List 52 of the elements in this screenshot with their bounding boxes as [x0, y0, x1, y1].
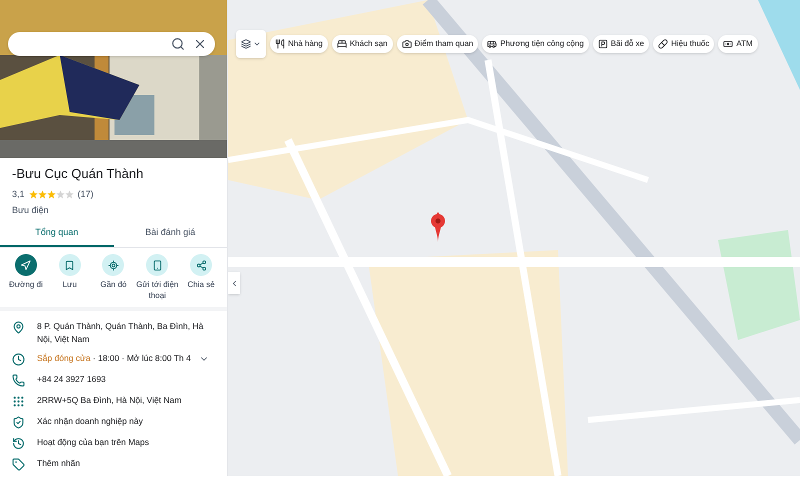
star-icon — [56, 190, 65, 200]
place-category: Bưu điện — [12, 204, 50, 216]
clock-icon — [12, 353, 25, 366]
bookmark-icon — [64, 260, 76, 270]
rating-value: 3,1 — [12, 188, 25, 201]
category-chip[interactable]: Điểm tham quan — [396, 35, 478, 53]
category-chip[interactable]: Phương tiện công cộng — [482, 35, 589, 53]
action-button[interactable]: Đường đi — [4, 254, 48, 301]
target-icon — [108, 260, 119, 270]
review-count: (17) — [78, 188, 94, 201]
category-chip[interactable]: Hiệu thuốc — [653, 35, 714, 53]
caret-icon — [253, 40, 261, 48]
opening-hours[interactable]: Sắp đóng cửa · 18:00 · Mở lúc 8:00 Th 4 — [37, 352, 209, 365]
place-title: -Bưu Cục Quán Thành — [12, 165, 144, 183]
tab[interactable]: Tổng quan — [0, 221, 114, 247]
tab[interactable]: Bài đánh giá — [114, 221, 227, 247]
address-text: 8 P. Quán Thành, Quán Thành, Ba Đình, Hà Nội, Việt Nam — [37, 320, 204, 346]
banknote-icon — [723, 39, 734, 49]
category-chip[interactable]: ATM — [718, 35, 758, 53]
category-chip[interactable]: Bãi đỗ xe — [592, 35, 650, 53]
utensils-icon — [275, 39, 285, 49]
star-icon — [38, 190, 47, 200]
star-icon — [64, 190, 74, 200]
phone-text: +84 24 3927 1693 — [37, 373, 106, 386]
star-icon — [28, 190, 38, 200]
action-button[interactable]: Gần đó — [92, 254, 136, 301]
layers-button[interactable] — [236, 30, 266, 58]
phone-icon — [152, 260, 163, 270]
parking-icon — [598, 39, 608, 49]
claim-text: Xác nhận doanh nghiệp này — [37, 415, 143, 428]
action-button[interactable]: Gửi tới điện thoại — [135, 254, 180, 301]
camera-icon — [402, 39, 412, 49]
bed-icon — [336, 39, 347, 49]
activity-text: Hoạt động của bạn trên Maps — [37, 436, 149, 449]
star-icon — [46, 190, 56, 200]
action-button[interactable]: Lưu — [48, 254, 92, 301]
bus-icon — [487, 39, 498, 49]
pluscode-text: 2RRW+5Q Ba Đình, Hà Nội, Việt Nam — [37, 394, 182, 407]
directions-icon — [20, 260, 32, 270]
history-icon — [12, 437, 25, 450]
layers-icon — [241, 39, 251, 49]
category-chip[interactable]: Nhà hàng — [270, 35, 328, 53]
pill-icon — [658, 39, 668, 49]
share-icon — [196, 260, 207, 270]
category-chip[interactable]: Khách sạn — [332, 35, 393, 53]
label-text: Thêm nhãn — [37, 457, 80, 470]
pin-icon — [12, 321, 25, 334]
phone-icon — [12, 374, 25, 387]
action-button[interactable]: Chia sẻ — [179, 254, 223, 301]
dots-icon — [12, 395, 25, 408]
tag-icon — [12, 458, 25, 471]
shield-icon — [12, 416, 25, 429]
